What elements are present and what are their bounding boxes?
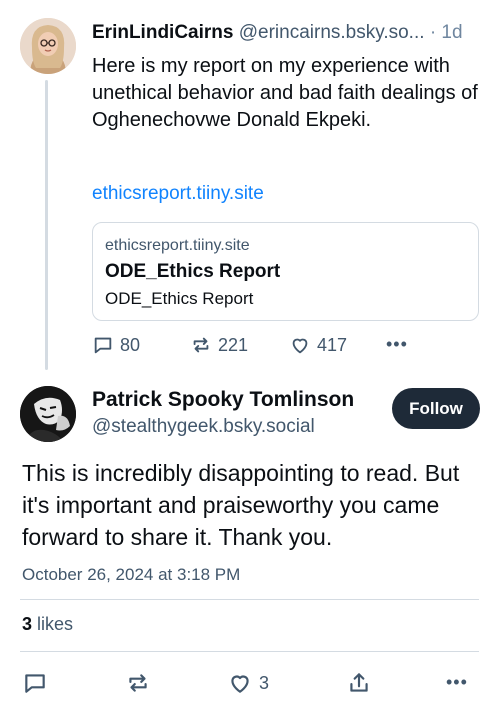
avatar[interactable] [20, 18, 76, 74]
author-name[interactable]: Patrick Spooky Tomlinson [92, 388, 354, 412]
separator-dot: · [429, 22, 437, 43]
like-count: 417 [317, 334, 348, 355]
more-options-button[interactable]: ••• [446, 672, 468, 693]
more-icon: ••• [386, 334, 408, 354]
avatar[interactable] [20, 386, 76, 442]
post-timestamp: October 26, 2024 at 3:18 PM [22, 565, 241, 584]
share-icon [350, 673, 368, 692]
like-button[interactable]: 3 [227, 670, 269, 696]
reply-button[interactable]: 80 [92, 334, 140, 356]
reply-count: 80 [120, 334, 141, 355]
repost-icon [193, 337, 209, 353]
divider [20, 599, 479, 600]
reply-button[interactable] [22, 670, 48, 696]
post-text: Here is my report on my experience with … [92, 55, 478, 131]
more-icon: ••• [446, 672, 468, 692]
link-card[interactable]: ethicsreport.tiiny.site ODE_Ethics Repor… [92, 222, 479, 321]
author-handle[interactable]: @erincairns.bsky.so... [239, 22, 425, 43]
likes-count: 3 [22, 614, 33, 634]
heart-icon [231, 675, 249, 693]
post-actions: 80 221 417 ••• [92, 334, 422, 362]
link-card-description: ODE_Ethics Report [105, 289, 254, 308]
like-count: 3 [259, 672, 270, 693]
link-card-domain: ethicsreport.tiiny.site [105, 237, 250, 254]
likes-label: likes [37, 614, 74, 634]
reply-icon [94, 337, 112, 354]
repost-button[interactable] [125, 670, 151, 696]
post-header: ErinLindiCairns @erincairns.bsky.so... ·… [92, 22, 487, 44]
author-handle[interactable]: @stealthygeek.bsky.social [92, 416, 315, 438]
thread-line [45, 80, 48, 370]
repost-button[interactable]: 221 [190, 334, 248, 356]
divider [20, 651, 479, 652]
likes-summary[interactable]: 3 likes [22, 614, 73, 635]
like-button[interactable]: 417 [289, 334, 347, 356]
repost-icon [129, 674, 147, 692]
link-card-title: ODE_Ethics Report [105, 261, 281, 282]
post-age[interactable]: 1d [441, 22, 462, 43]
parent-post[interactable]: ErinLindiCairns @erincairns.bsky.so... ·… [0, 0, 500, 378]
share-button[interactable] [346, 670, 372, 696]
more-options-button[interactable]: ••• [386, 334, 408, 355]
post-link[interactable]: ethicsreport.tiiny.site [92, 183, 264, 205]
reply-icon [25, 674, 45, 693]
post-text: This is incredibly disappointing to read… [22, 460, 460, 550]
follow-button[interactable]: Follow [392, 388, 480, 429]
repost-count: 221 [218, 334, 249, 355]
author-name[interactable]: ErinLindiCairns [92, 22, 233, 43]
post-actions: 3 ••• [0, 668, 500, 702]
heart-icon [292, 338, 308, 354]
